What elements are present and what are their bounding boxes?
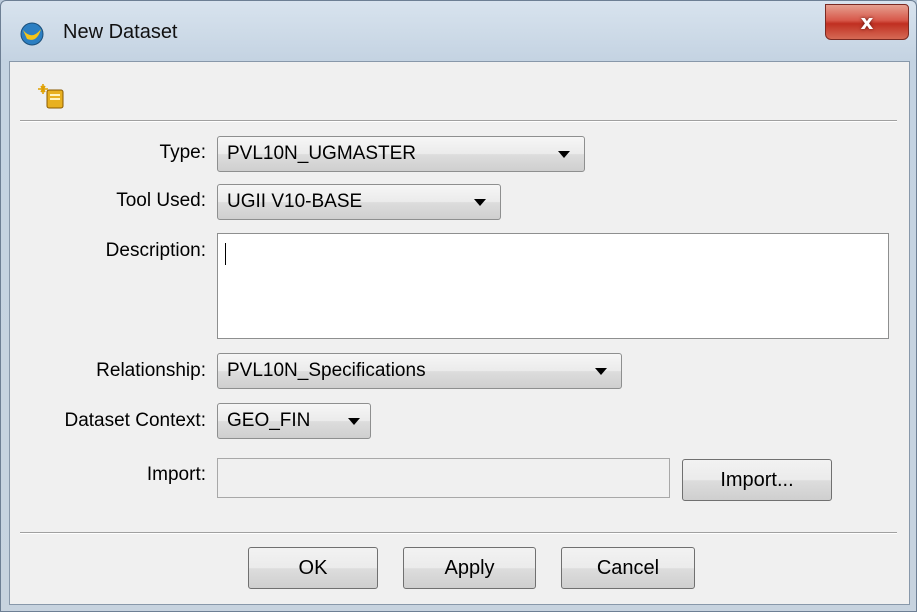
relationship-dropdown[interactable]: PVL10N_Specifications [217,353,622,389]
import-button-label: Import... [720,468,794,491]
separator [20,532,897,534]
tool-used-label: Tool Used: [116,190,206,211]
chevron-down-icon [474,199,486,206]
apply-button-label: Apply [444,556,495,579]
dataset-context-value: GEO_FIN [227,410,311,431]
type-label: Type: [159,142,206,163]
cancel-button-label: Cancel [596,556,660,579]
dataset-context-label: Dataset Context: [64,410,206,431]
ok-button[interactable]: OK [248,547,378,589]
dataset-context-dropdown[interactable]: GEO_FIN [217,403,371,439]
close-button[interactable]: x [825,4,909,40]
window-title: New Dataset [63,21,178,43]
relationship-label: Relationship: [96,360,206,381]
ok-button-label: OK [298,556,328,579]
tool-used-value: UGII V10-BASE [227,191,363,212]
import-path-field [217,458,670,498]
close-icon: x [860,10,874,34]
new-dataset-wizard-icon[interactable] [37,82,67,112]
separator [20,120,897,122]
apply-button[interactable]: Apply [403,547,536,589]
chevron-down-icon [595,368,607,375]
relationship-value: PVL10N_Specifications [227,360,426,381]
description-textarea[interactable] [217,233,889,339]
description-label: Description: [105,240,206,261]
text-caret [225,243,226,265]
dialog-body: Type: PVL10N_UGMASTER Tool Used: UGII V1… [9,61,910,605]
chevron-down-icon [348,418,360,425]
chevron-down-icon [558,151,570,158]
tool-used-dropdown[interactable]: UGII V10-BASE [217,184,501,220]
type-value: PVL10N_UGMASTER [227,143,417,164]
new-dataset-dialog: New Dataset x Type: PVL10N_UGMASTER Tool… [0,0,917,612]
cancel-button[interactable]: Cancel [561,547,695,589]
import-label: Import: [146,464,206,485]
teamcenter-app-icon [20,22,44,46]
title-bar[interactable]: New Dataset x [1,1,916,61]
import-button[interactable]: Import... [682,459,832,501]
type-dropdown[interactable]: PVL10N_UGMASTER [217,136,585,172]
